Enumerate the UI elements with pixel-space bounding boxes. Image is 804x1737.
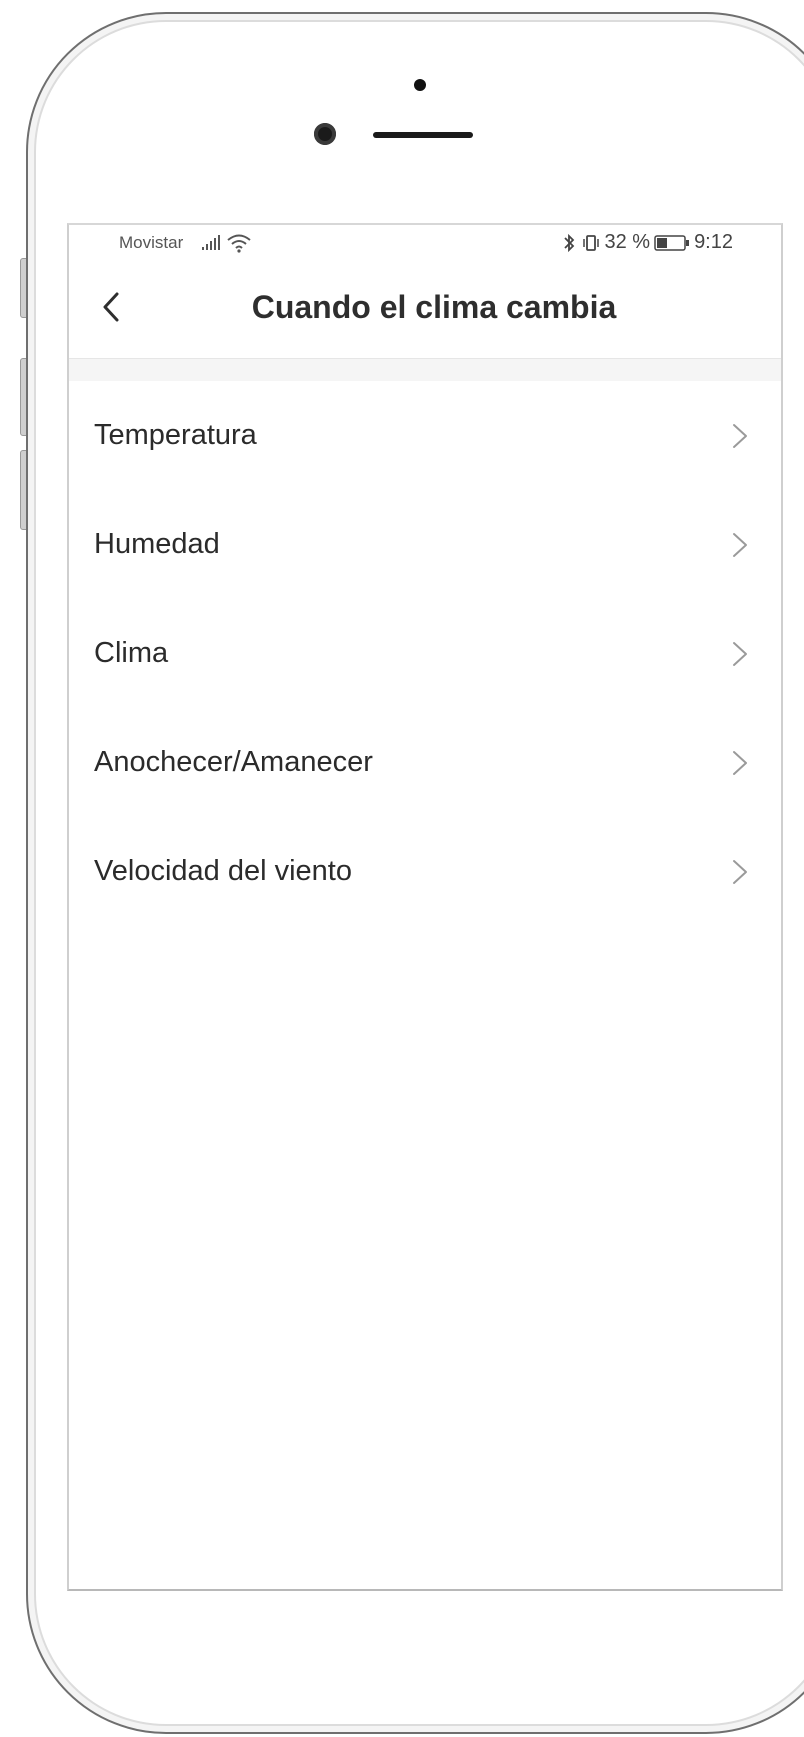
chevron-right-icon: [733, 750, 747, 775]
list-item-label: Clima: [94, 637, 169, 669]
list-item-humedad[interactable]: Humedad: [69, 490, 781, 599]
chevron-right-icon: [733, 859, 747, 884]
front-camera: [314, 123, 336, 145]
status-bar: Movistar 32 % 9:12: [69, 225, 781, 261]
status-right-group: 32 % 9:12: [560, 231, 733, 254]
chevron-right-icon: [733, 641, 747, 666]
list-item-label: Velocidad del viento: [94, 855, 352, 887]
list-item-velocidad-viento[interactable]: Velocidad del viento: [69, 817, 781, 926]
carrier-name: Movistar: [119, 233, 184, 252]
list-item-temperatura[interactable]: Temperatura: [69, 381, 781, 490]
status-time: 9:12: [694, 231, 733, 253]
battery-percent: 32 %: [604, 231, 651, 253]
chevron-right-icon: [733, 532, 747, 557]
app-screen: Movistar 32 % 9:12 Cuando el clima cambi…: [67, 223, 783, 1591]
header: Cuando el clima cambia: [69, 261, 781, 359]
sensor-dot: [414, 79, 426, 91]
earpiece-speaker: [373, 132, 473, 138]
page-title: Cuando el clima cambia: [251, 289, 617, 325]
list-item-label: Humedad: [94, 528, 220, 560]
section-divider: [69, 359, 781, 381]
battery-icon: [654, 234, 690, 251]
list-item-label: Temperatura: [94, 419, 257, 451]
bluetooth-icon: [564, 233, 575, 252]
list-item-label: Anochecer/Amanecer: [94, 746, 373, 778]
wifi-icon: [227, 234, 251, 253]
vibrate-icon: [583, 234, 600, 251]
signal-icon: [202, 235, 220, 250]
list-item-anochecer-amanecer[interactable]: Anochecer/Amanecer: [69, 708, 781, 817]
condition-list: Temperatura Humedad Clima Anochecer/Aman…: [69, 381, 781, 926]
device-mockup: Movistar 32 % 9:12 Cuando el clima cambi…: [0, 0, 804, 1737]
chevron-right-icon: [733, 423, 747, 448]
list-item-clima[interactable]: Clima: [69, 599, 781, 708]
